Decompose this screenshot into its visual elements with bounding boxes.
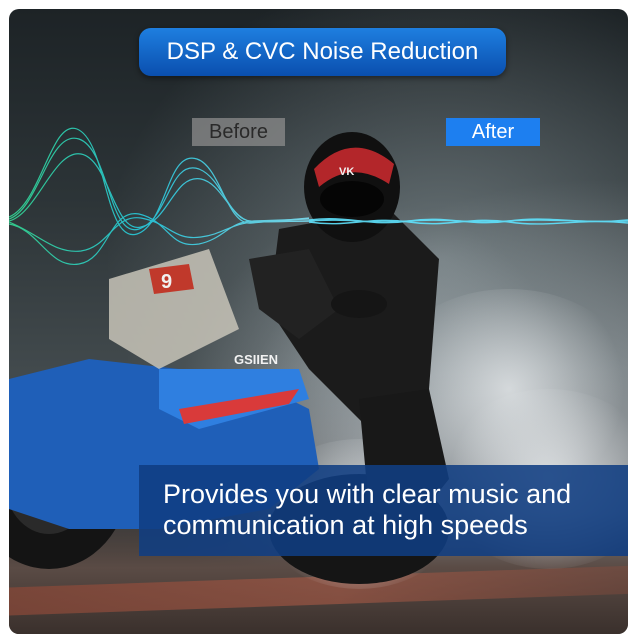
before-label: Before (192, 118, 285, 146)
caption-line-2: communication at high speeds (163, 510, 528, 540)
caption-line-1: Provides you with clear music and (163, 479, 572, 509)
clean-wave-after (308, 218, 628, 225)
feature-title: DSP & CVC Noise Reduction (139, 28, 506, 76)
noisy-wave-before (9, 127, 310, 265)
caption-box: Provides you with clear music and commun… (139, 465, 628, 556)
after-label: After (446, 118, 540, 146)
